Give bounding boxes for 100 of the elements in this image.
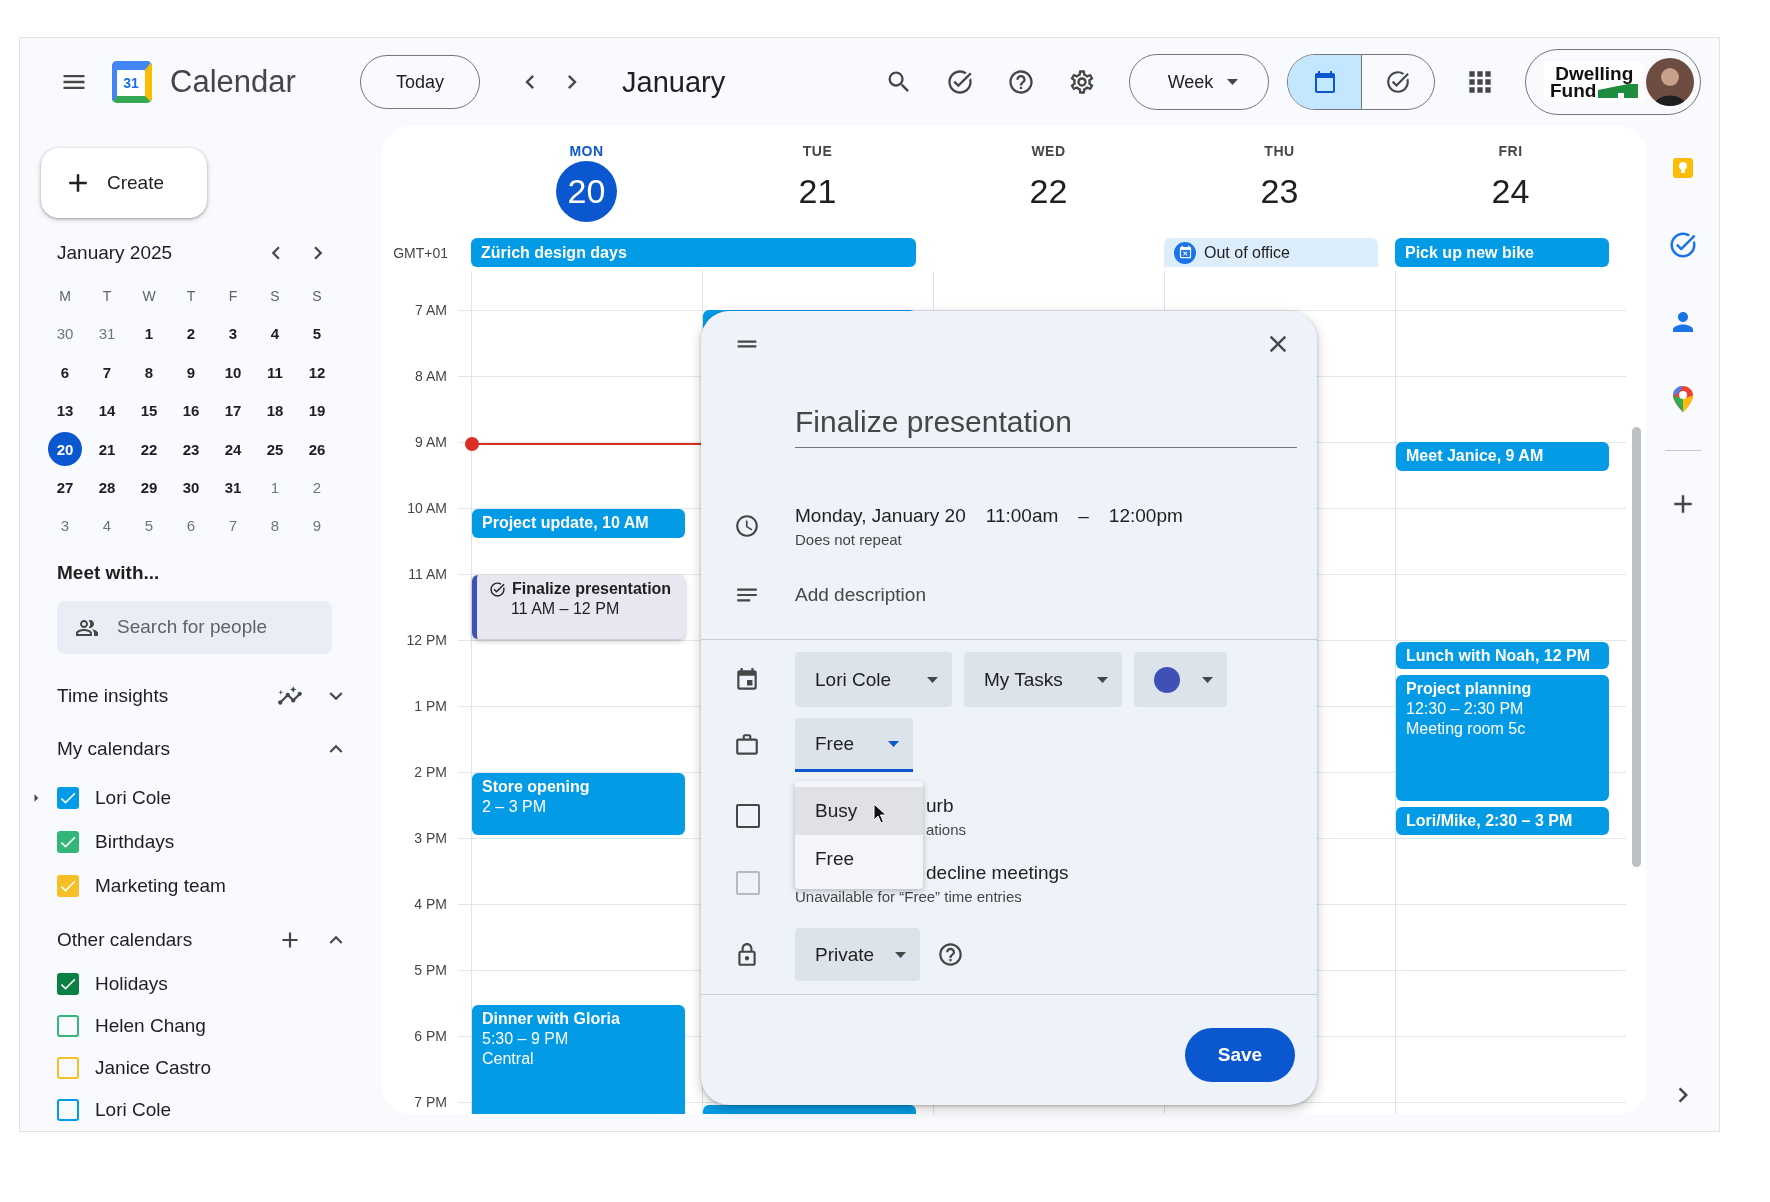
date-cell[interactable]: 17 bbox=[216, 393, 250, 428]
weekday-label: T bbox=[102, 287, 112, 304]
caret-icon bbox=[927, 676, 938, 683]
hour-label: 9 AM bbox=[414, 433, 448, 451]
calendar-name[interactable]: Holidays bbox=[95, 973, 168, 995]
calendar-name[interactable]: Lori Cole bbox=[95, 1099, 172, 1121]
date-cell[interactable]: 25 bbox=[258, 432, 292, 467]
task-check-icon bbox=[489, 580, 506, 598]
availability-select[interactable]: Free bbox=[795, 718, 913, 772]
date-cell[interactable]: 5 bbox=[132, 508, 166, 543]
scrollbar-thumb[interactable] bbox=[1632, 427, 1641, 867]
date-cell[interactable]: 1 bbox=[258, 470, 292, 505]
event-title: Lunch with Noah, 12 PM bbox=[1406, 646, 1591, 666]
date-cell[interactable]: 30 bbox=[174, 470, 208, 505]
hour-label: 1 PM bbox=[413, 697, 448, 715]
date-cell[interactable]: 6 bbox=[174, 508, 208, 543]
day-number[interactable]: 22 bbox=[1018, 161, 1079, 222]
people-search-field[interactable]: Search for people bbox=[57, 600, 332, 654]
event-detail: 5:30 – 9 PM bbox=[482, 1029, 570, 1049]
menu-item[interactable]: Busy bbox=[795, 787, 923, 835]
caret-icon bbox=[1227, 79, 1239, 85]
date-cell[interactable]: 31 bbox=[90, 316, 124, 351]
menu-item[interactable]: Free bbox=[795, 835, 923, 883]
weekday-label: MON bbox=[569, 143, 604, 159]
day-number[interactable]: 24 bbox=[1480, 161, 1541, 222]
calendar-name[interactable]: Janice Castro bbox=[95, 1057, 212, 1079]
date-cell[interactable]: 23 bbox=[174, 432, 208, 467]
date-cell[interactable]: 2 bbox=[300, 470, 334, 505]
date-cell[interactable]: 30 bbox=[48, 316, 82, 351]
calendar-checkbox[interactable] bbox=[57, 874, 79, 897]
date-cell[interactable]: 20 bbox=[48, 432, 82, 467]
date-cell[interactable]: 7 bbox=[216, 508, 250, 543]
date-cell[interactable]: 5 bbox=[300, 316, 334, 351]
date-cell[interactable]: 2 bbox=[174, 316, 208, 351]
date-cell[interactable]: 14 bbox=[90, 393, 124, 428]
date-cell[interactable]: 28 bbox=[90, 470, 124, 505]
visibility-select[interactable]: Private bbox=[795, 928, 920, 981]
date-cell[interactable]: 22 bbox=[132, 432, 166, 467]
calendar-checkbox[interactable] bbox=[57, 786, 79, 809]
date-cell[interactable]: 9 bbox=[300, 508, 334, 543]
out-of-office-event[interactable]: Out of office bbox=[1164, 238, 1378, 267]
date-cell[interactable]: 8 bbox=[132, 355, 166, 390]
list-select[interactable]: My Tasks bbox=[964, 652, 1122, 707]
date-cell[interactable]: 7 bbox=[90, 355, 124, 390]
date-cell[interactable]: 6 bbox=[48, 355, 82, 390]
weekday-label: S bbox=[270, 287, 280, 304]
save-button[interactable]: Save bbox=[1185, 1028, 1295, 1082]
date-cell[interactable]: 8 bbox=[258, 508, 292, 543]
date-cell[interactable]: 18 bbox=[258, 393, 292, 428]
date-cell[interactable]: 10 bbox=[216, 355, 250, 390]
date-cell[interactable]: 21 bbox=[90, 432, 124, 467]
event-title: Pick up new bike bbox=[1405, 243, 1534, 262]
title-field[interactable]: Finalize presentation bbox=[795, 402, 1297, 448]
event-title: Finalize presentation bbox=[512, 579, 672, 599]
date-cell[interactable]: 13 bbox=[48, 393, 82, 428]
date-cell[interactable]: 27 bbox=[48, 470, 82, 505]
date-cell[interactable]: 4 bbox=[90, 508, 124, 543]
calendar-checkbox[interactable] bbox=[57, 973, 79, 995]
date-cell[interactable]: 3 bbox=[48, 508, 82, 543]
calendar-name[interactable]: Lori Cole bbox=[95, 786, 172, 809]
option-subtitle: Unavailable for “Free” time entries bbox=[795, 887, 1023, 905]
date-cell[interactable]: 12 bbox=[300, 355, 334, 390]
date-cell[interactable]: 24 bbox=[216, 432, 250, 467]
calendar-checkbox[interactable] bbox=[57, 1057, 79, 1079]
calendar-checkbox[interactable] bbox=[57, 1099, 79, 1121]
create-button[interactable]: Create bbox=[41, 148, 207, 219]
calendar-checkbox[interactable] bbox=[57, 830, 79, 853]
date-cell[interactable]: 31 bbox=[216, 470, 250, 505]
event-title: Lori/Mike, 2:30 – 3 PM bbox=[1406, 811, 1574, 831]
task-block[interactable]: Finalize presentation 11 AM – 12 PM bbox=[472, 575, 685, 639]
description-field[interactable]: Add description bbox=[795, 584, 1195, 606]
repeat-label[interactable]: Does not repeat bbox=[795, 530, 1183, 548]
date-cell[interactable]: 1 bbox=[132, 316, 166, 351]
end-time[interactable]: 12:00pm bbox=[1108, 504, 1183, 527]
date-cell[interactable]: 29 bbox=[132, 470, 166, 505]
day-number[interactable]: 23 bbox=[1249, 161, 1310, 222]
calendar-name[interactable]: Birthdays bbox=[95, 830, 175, 853]
date-cell[interactable]: 26 bbox=[300, 432, 334, 467]
avatar[interactable] bbox=[1646, 58, 1694, 106]
event-date[interactable]: Monday, January 20 bbox=[795, 504, 966, 527]
color-select[interactable] bbox=[1134, 652, 1227, 707]
calendar-view-tab[interactable] bbox=[1288, 55, 1361, 109]
calendar-name[interactable]: Helen Chang bbox=[95, 1015, 206, 1037]
date-cell[interactable]: 3 bbox=[216, 316, 250, 351]
date-cell[interactable]: 16 bbox=[174, 393, 208, 428]
calendar-select[interactable]: Lori Cole bbox=[795, 652, 952, 707]
start-time[interactable]: 11:00am bbox=[985, 504, 1059, 527]
date-cell[interactable]: 15 bbox=[132, 393, 166, 428]
date-cell[interactable]: 9 bbox=[174, 355, 208, 390]
calendar-checkbox[interactable] bbox=[57, 1015, 79, 1037]
date-cell[interactable]: 4 bbox=[258, 316, 292, 351]
day-number[interactable]: 21 bbox=[787, 161, 848, 222]
section-title: My calendars bbox=[57, 738, 170, 761]
day-number[interactable]: 20 bbox=[556, 161, 617, 222]
weekday-label: M bbox=[59, 287, 71, 304]
date-cell[interactable]: 11 bbox=[258, 355, 292, 390]
option-checkbox[interactable] bbox=[736, 804, 760, 828]
event-title: Meet Janice, 9 AM bbox=[1406, 446, 1545, 466]
calendar-name[interactable]: Marketing team bbox=[95, 874, 226, 897]
date-cell[interactable]: 19 bbox=[300, 393, 334, 428]
